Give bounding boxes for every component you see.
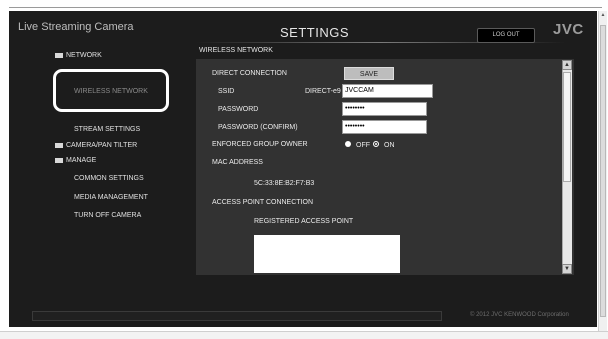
- off-label: OFF: [356, 142, 370, 149]
- panel-scroll-thumb[interactable]: [563, 72, 571, 182]
- sidebar-group-manage[interactable]: MANAGE: [55, 157, 96, 164]
- password-label: PASSWORD: [218, 106, 259, 113]
- ssid-input[interactable]: JVCCAM: [342, 84, 433, 98]
- scroll-up-icon[interactable]: ▲: [562, 60, 572, 70]
- sidebar-group-camera-label: CAMERA/PAN TILTER: [66, 142, 138, 149]
- window-scrollbar[interactable]: ▲: [598, 11, 607, 331]
- logout-button[interactable]: LOG OUT: [477, 28, 535, 43]
- direct-connection-label: DIRECT CONNECTION: [212, 70, 287, 77]
- enforced-group-owner-label: ENFORCED GROUP OWNER: [212, 141, 308, 148]
- page-title: SETTINGS: [280, 25, 350, 40]
- window-scroll-thumb[interactable]: [600, 25, 606, 317]
- mac-address-value: 5C:33:8E:B2:F7:B3: [254, 180, 315, 187]
- sidebar-group-manage-label: MANAGE: [66, 157, 97, 164]
- registered-access-point-list[interactable]: [254, 235, 400, 273]
- password-confirm-label: PASSWORD (CONFIRM): [218, 124, 298, 131]
- ssid-prefix: DIRECT-e9: [305, 88, 341, 95]
- password-field[interactable]: ••••••••: [342, 102, 427, 116]
- collapse-icon: [55, 142, 63, 148]
- app-title: Live Streaming Camera: [18, 21, 134, 33]
- copyright-text: © 2012 JVC KENWOOD Corporation: [470, 312, 569, 318]
- registered-access-point-label: REGISTERED ACCESS POINT: [254, 218, 354, 225]
- sidebar-group-network[interactable]: NETWORK: [55, 52, 102, 59]
- sidebar-item-stream-settings[interactable]: STREAM SETTINGS: [74, 126, 140, 133]
- window-top-border: [0, 0, 608, 11]
- mac-address-label: MAC ADDRESS: [212, 159, 263, 166]
- access-point-connection-label: ACCESS POINT CONNECTION: [212, 199, 313, 206]
- brand-logo: JVC: [553, 21, 584, 38]
- on-radio[interactable]: [373, 141, 379, 147]
- sidebar-item-wireless-network[interactable]: WIRELESS NETWORK: [74, 88, 148, 95]
- sidebar-group-camera-pan-tilter[interactable]: CAMERA/PAN TILTER: [55, 142, 137, 149]
- scroll-down-icon[interactable]: ▼: [562, 264, 572, 274]
- collapse-icon: [55, 52, 63, 58]
- status-bar: [32, 311, 442, 321]
- sidebar-group-network-label: NETWORK: [66, 52, 102, 59]
- collapse-icon: [55, 157, 63, 163]
- on-label: ON: [384, 142, 395, 149]
- sidebar-item-media-management[interactable]: MEDIA MANAGEMENT: [74, 194, 148, 201]
- off-radio[interactable]: [345, 141, 351, 147]
- sidebar-item-common-settings[interactable]: COMMON SETTINGS: [74, 175, 144, 182]
- ssid-label: SSID: [218, 88, 235, 95]
- password-confirm-field[interactable]: ••••••••: [342, 120, 427, 134]
- sidebar-item-turn-off-camera[interactable]: TURN OFF CAMERA: [74, 212, 141, 219]
- panel-heading: WIRELESS NETWORK: [199, 47, 273, 54]
- save-button[interactable]: SAVE: [344, 67, 394, 80]
- window-scroll-up-icon[interactable]: ▲: [599, 11, 607, 19]
